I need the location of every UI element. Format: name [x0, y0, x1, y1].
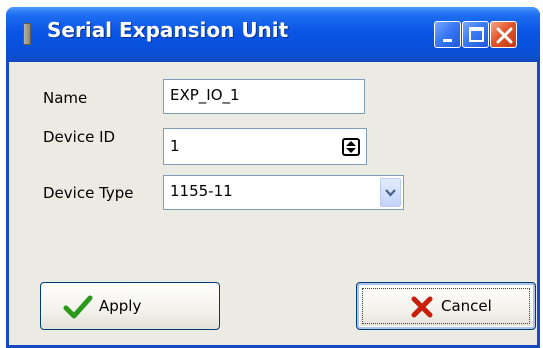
- window-title: Serial Expansion Unit: [47, 18, 289, 42]
- device-type-label: Device Type: [43, 184, 134, 202]
- maximize-button[interactable]: [462, 21, 489, 48]
- minimize-icon: [443, 39, 452, 42]
- close-icon: [496, 27, 513, 44]
- maximize-icon: [469, 27, 484, 42]
- serial-expansion-unit-dialog: Serial Expansion Unit Name EXP_IO_1 Devi…: [6, 7, 540, 348]
- name-value: EXP_IO_1: [170, 86, 240, 104]
- minimize-button[interactable]: [434, 21, 461, 48]
- close-button[interactable]: [490, 21, 517, 48]
- device-type-dropdown[interactable]: 1155-11: [163, 175, 404, 210]
- device-id-spinbox[interactable]: 1: [163, 128, 367, 165]
- name-input[interactable]: EXP_IO_1: [163, 79, 365, 114]
- device-id-value: 1: [170, 137, 180, 155]
- chevron-down-icon: [385, 189, 396, 197]
- spinner-arrows[interactable]: [342, 138, 360, 156]
- checkmark-icon: [63, 295, 93, 319]
- title-bar[interactable]: Serial Expansion Unit: [6, 7, 540, 62]
- apply-button[interactable]: Apply: [40, 282, 220, 330]
- apply-button-label: Apply: [99, 297, 142, 315]
- dropdown-button[interactable]: [380, 178, 401, 207]
- cancel-x-icon: [411, 296, 433, 318]
- device-id-label: Device ID: [43, 128, 116, 146]
- device-type-value: 1155-11: [170, 182, 233, 200]
- cancel-button-label: Cancel: [441, 297, 492, 315]
- cancel-button[interactable]: Cancel: [356, 282, 536, 330]
- window-grip-icon: [23, 23, 31, 45]
- spinner-up-down-icon: [346, 141, 356, 153]
- name-label: Name: [43, 89, 88, 107]
